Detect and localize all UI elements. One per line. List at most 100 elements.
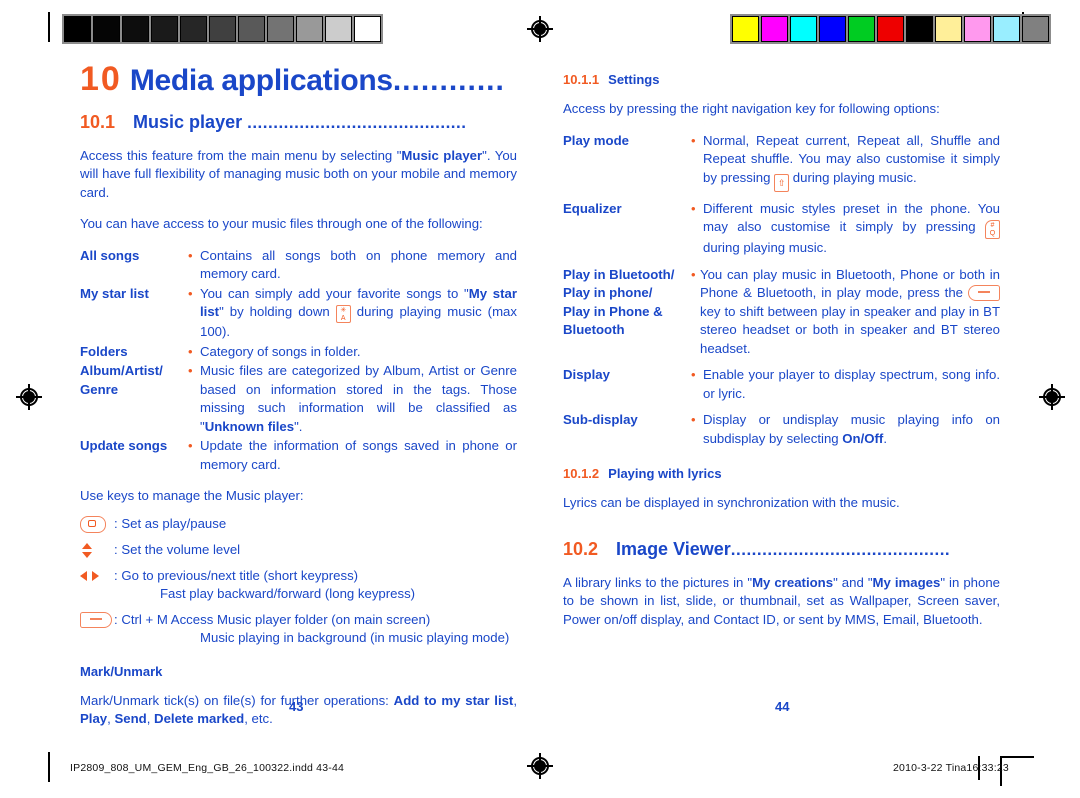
color-calibration-bar	[730, 14, 1051, 44]
intro-text-a: Access this feature from the main menu b…	[80, 147, 402, 163]
subheading-settings: 10.1.1 Settings	[563, 72, 1000, 87]
page-number-left: 43	[289, 699, 304, 714]
desc-sub-display: • Display or undisplay music playing info…	[691, 411, 1000, 448]
bullet-icon: •	[691, 132, 696, 148]
list-item-equalizer: Equalizer • Different music styles preset…	[563, 200, 1000, 258]
lyrics-paragraph: Lyrics can be displayed in synchronizati…	[563, 495, 900, 510]
settings-intro-paragraph: Access by pressing the right navigation …	[563, 101, 940, 116]
subheading-mark-unmark: Mark/Unmark	[80, 663, 163, 679]
desc-text-a: You can play music in Bluetooth, Phone o…	[700, 266, 1000, 301]
desc-text: Enable your player to display spectrum, …	[703, 367, 1000, 401]
desc-text: Update the information of songs saved in…	[200, 438, 517, 472]
desc-update-songs: • Update the information of songs saved i…	[188, 437, 517, 474]
shift-key-icon: ⇧	[774, 173, 790, 192]
chapter-title: Media applications	[129, 64, 393, 97]
registration-mark-bottom-center	[527, 753, 553, 779]
mark-bold-play: Play	[80, 711, 108, 727]
bullet-icon: •	[691, 266, 696, 282]
soft-key-icon	[80, 611, 114, 630]
mark-bold-delete-marked: Delete marked	[154, 711, 245, 727]
calibration-swatch	[877, 16, 904, 42]
desc-text-a: Different music styles preset in the pho…	[703, 200, 1000, 235]
mark-bold-send: Send	[114, 711, 147, 727]
desc-text-c: ".	[294, 418, 303, 434]
bullet-icon: •	[188, 285, 193, 301]
bullet-icon: •	[691, 367, 696, 382]
calibration-swatch	[993, 16, 1020, 42]
body-text-a: A library links to the pictures in "	[563, 574, 753, 590]
list-item-play-in-bluetooth: Play in Bluetooth/Play in phone/Play in …	[563, 266, 1000, 359]
registration-mark-top-center	[527, 16, 553, 42]
calibration-swatch	[209, 16, 236, 42]
desc-folders: • Category of songs in folder.	[188, 343, 517, 362]
calibration-swatch	[819, 16, 846, 42]
key-label-line-2: Fast play backward/forward (long keypres…	[160, 586, 416, 602]
settings-options-list: Play mode • Normal, Repeat current, Repea…	[563, 132, 1000, 449]
term-play-mode: Play mode	[563, 132, 629, 148]
desc-play-in-bluetooth: • You can play music in Bluetooth, Phone …	[691, 266, 1000, 359]
term-equalizer: Equalizer	[563, 200, 622, 216]
right-page-column: 10.1.1 Settings Access by pressing the ri…	[563, 72, 1000, 642]
list-item-my-star-list: My star list • You can simply add your fa…	[80, 285, 517, 342]
mark-text-c: ,	[513, 692, 518, 708]
calibration-swatch	[267, 16, 294, 42]
desc-text-a: You can simply add your favorite songs t…	[200, 285, 469, 301]
subheading-playing-with-lyrics: 10.1.2 Playing with lyrics	[563, 466, 1000, 481]
bullet-icon: •	[691, 200, 696, 216]
trim-mark-bottom-right-b	[1000, 756, 1034, 758]
image-viewer-paragraph: A library links to the pictures in "My c…	[563, 574, 1000, 630]
bullet-icon: •	[691, 412, 696, 427]
subsection-title: Settings	[608, 72, 660, 87]
manual-page: 10 Media applications............ 10.1 Mus…	[0, 0, 1080, 798]
list-item-update-songs: Update songs • Update the information of …	[80, 437, 517, 474]
left-page-column: 10 Media applications............ 10.1 Mus…	[80, 61, 518, 742]
term-play-in-bluetooth: Play in Bluetooth/Play in phone/Play in …	[563, 266, 691, 359]
desc-play-mode: • Normal, Repeat current, Repeat all, Shu…	[691, 132, 1000, 192]
section-title: Music player	[133, 111, 243, 132]
music-player-keys-list: : Set as play/pause : Set the volume lev…	[80, 515, 517, 648]
desc-bold-unknown-files: Unknown files	[204, 418, 295, 434]
key-label-line-1: : Ctrl + M Access Music player folder (o…	[114, 611, 431, 627]
desc-album-artist-genre: • Music files are categorized by Album, A…	[188, 362, 517, 436]
key-label-play-pause: : Set as play/pause	[114, 515, 227, 531]
term-sub-display: Sub-display	[563, 412, 638, 427]
key-row-prev-next: : Go to previous/next title (short keypr…	[80, 567, 517, 604]
desc-text-b: key to shift between play in speaker and…	[700, 303, 1000, 356]
calibration-swatch	[1022, 16, 1049, 42]
footer-timestamp: 2010-3-22 Tina16:33:23	[893, 762, 1009, 774]
key-label-soft-key: : Ctrl + M Access Music player folder (o…	[114, 611, 509, 648]
term-update-songs: Update songs	[80, 438, 168, 454]
key-row-play-pause: : Set as play/pause	[80, 515, 517, 534]
list-item-display: Display • Enable your player to display s…	[563, 366, 1000, 403]
section-heading-image-viewer: 10.2 Image Viewer........................…	[563, 539, 1000, 560]
bullet-icon: •	[188, 343, 193, 359]
key-row-soft-key: : Ctrl + M Access Music player folder (o…	[80, 611, 517, 648]
subsection-number: 10.1.1	[563, 72, 600, 87]
footer-filename: IP2809_808_UM_GEM_Eng_GB_26_100322.indd …	[70, 762, 345, 774]
desc-bold-on-off: On/Off	[842, 430, 884, 446]
mark-text-g: ,	[146, 711, 155, 727]
bullet-icon: •	[188, 363, 193, 379]
body-bold-my-creations: My creations	[752, 574, 834, 590]
term-album-artist-genre: Album/Artist/Genre	[80, 362, 188, 436]
term-display: Display	[563, 367, 610, 382]
calibration-swatch	[848, 16, 875, 42]
desc-text-c: " by holding down	[219, 304, 336, 320]
term-line-4: Bluetooth	[563, 322, 625, 337]
key-label-line-2: Music playing in background (in music pl…	[200, 630, 510, 646]
desc-text: Contains all songs both on phone memory …	[200, 247, 517, 282]
trim-mark-top-left	[48, 12, 50, 42]
term-folders: Folders	[80, 343, 128, 359]
term-line-1: Play in Bluetooth/	[563, 266, 675, 282]
calibration-swatch	[935, 16, 962, 42]
list-item-all-songs: All songs • Contains all songs both on ph…	[80, 247, 517, 284]
bullet-icon: •	[188, 438, 193, 454]
key-label-volume: : Set the volume level	[114, 541, 241, 557]
chapter-dots: ............	[392, 64, 505, 97]
list-item-folders: Folders • Category of songs in folder.	[80, 343, 517, 362]
subsection-title: Playing with lyrics	[608, 466, 722, 481]
body-text-c: " and "	[833, 574, 873, 590]
ok-key-icon	[80, 515, 114, 534]
calibration-swatch	[122, 16, 149, 42]
chapter-heading: 10 Media applications............	[80, 61, 517, 98]
